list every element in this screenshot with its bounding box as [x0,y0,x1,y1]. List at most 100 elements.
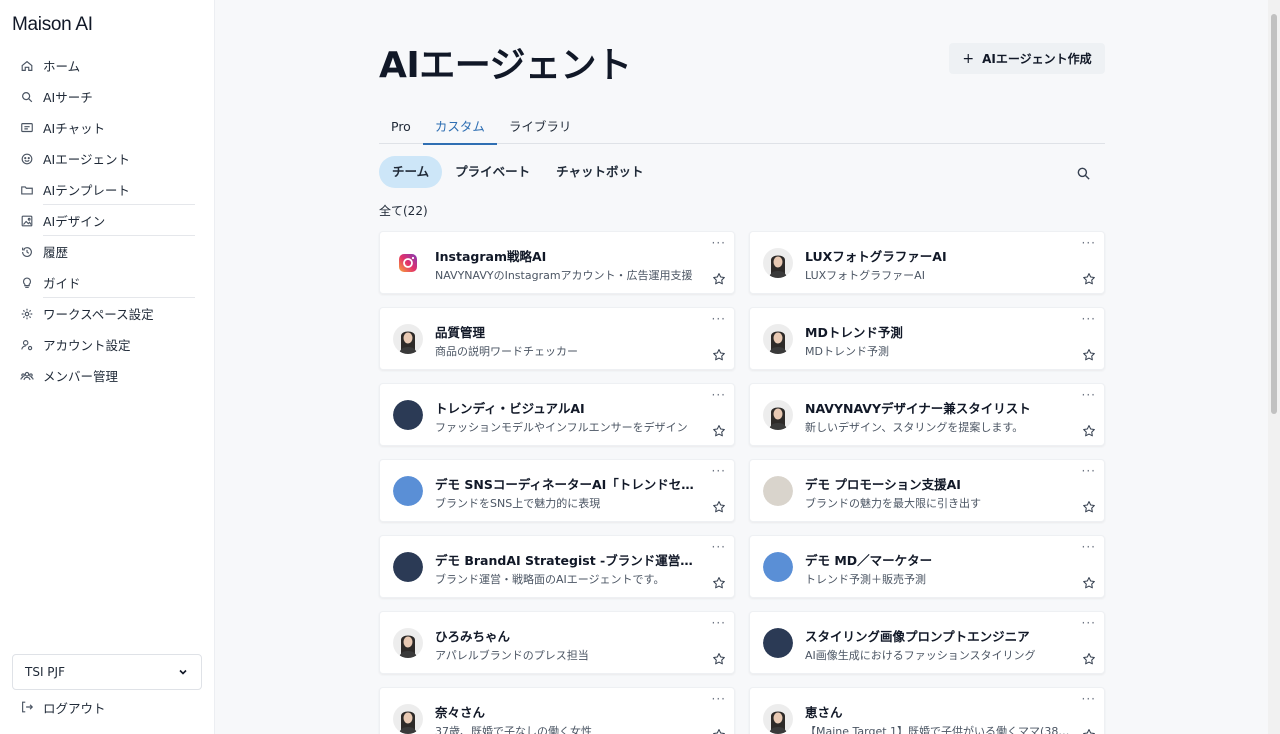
sidebar-item-workspace-settings[interactable]: ワークスペース設定 [0,298,215,329]
star-icon[interactable] [712,424,726,438]
more-options-icon[interactable]: ··· [1082,541,1096,553]
sidebar-item-label: AIサーチ [43,90,93,105]
history-icon [20,245,34,259]
tab-pro[interactable]: Pro [379,112,423,144]
page-scrollbar[interactable] [1268,0,1280,734]
agent-name: デモ BrandAI Strategist -ブランド運営・戦略面 [435,553,700,568]
agent-card[interactable]: LUXフォトグラファーAI LUXフォトグラファーAI ··· [749,231,1105,294]
more-options-icon[interactable]: ··· [712,541,726,553]
agent-card[interactable]: 品質管理 商品の説明ワードチェッカー ··· [379,307,735,370]
agent-description: AI画像生成におけるファッションスタイリング [805,649,1036,662]
agent-avatar [393,324,423,354]
agent-description: ブランド運営・戦略面のAIエージェントです。 [435,573,665,586]
agent-card[interactable]: デモ プロモーション支援AI ブランドの魅力を最大限に引き出す ··· [749,459,1105,522]
more-options-icon[interactable]: ··· [1082,313,1096,325]
star-icon[interactable] [1082,500,1096,514]
agent-subtabs: チーム プライベート チャットボット [379,156,657,188]
agent-description: NAVYNAVYのInstagramアカウント・広告運用支援 [435,269,693,282]
sidebar-item-guide[interactable]: ガイド [0,267,215,298]
sidebar-item-label: ガイド [43,276,81,291]
search-icon [1077,167,1090,180]
agent-card[interactable]: デモ BrandAI Strategist -ブランド運営・戦略面ブランド運営・… [379,535,735,598]
sidebar-item-account-settings[interactable]: アカウント設定 [0,329,215,360]
more-options-icon[interactable]: ··· [712,389,726,401]
subtab-team[interactable]: チーム [379,156,443,188]
agent-description: 商品の説明ワードチェッカー [435,345,578,358]
plus-icon: + [962,50,975,67]
star-icon[interactable] [1082,728,1096,734]
logout-button[interactable]: ログアウト [0,692,215,722]
agent-name: デモ SNSコーディネーターAI「トレンドセッター」 [435,477,700,492]
sidebar-item-member-management[interactable]: メンバー管理 [0,360,215,391]
agent-card[interactable]: MDトレンド予測 MDトレンド予測 ··· [749,307,1105,370]
sidebar-item-label: ホーム [43,59,81,74]
sidebar-item-ai-agent[interactable]: AIエージェント [0,143,215,174]
agent-description: ブランドの魅力を最大限に引き出す [805,497,981,510]
agent-card[interactable]: 奈々さん 37歳、既婚で子なしの働く女性 ··· [379,687,735,734]
sidebar-item-ai-template[interactable]: AIテンプレート [0,174,215,205]
more-options-icon[interactable]: ··· [712,693,726,705]
gear-icon [20,307,34,321]
user-gear-icon [20,338,34,352]
scrollbar-thumb[interactable] [1271,14,1277,414]
agent-card[interactable]: ひろみちゃん アパレルブランドのプレス担当 ··· [379,611,735,674]
star-icon[interactable] [712,348,726,362]
more-options-icon[interactable]: ··· [1082,237,1096,249]
agent-card[interactable]: Instagram戦略AI NAVYNAVYのInstagramアカウント・広告運… [379,231,735,294]
more-options-icon[interactable]: ··· [1082,465,1096,477]
sidebar-item-home[interactable]: ホーム [0,50,215,81]
star-icon[interactable] [1082,348,1096,362]
star-icon[interactable] [1082,272,1096,286]
star-icon[interactable] [712,272,726,286]
agent-description: アパレルブランドのプレス担当 [435,649,589,662]
agent-avatar [393,248,423,278]
chat-icon [20,121,34,135]
brand-logo[interactable]: Maison AI [12,14,93,36]
tab-library[interactable]: ライブラリ [497,112,584,144]
agent-description: LUXフォトグラファーAI [805,269,925,282]
sidebar-nav: ホーム AIサーチ AIチャット AIエージェント AIテンプレート AIデザイ… [0,50,215,391]
agent-card[interactable]: NAVYNAVYデザイナー兼スタイリスト 新しいデザイン、スタリングを提案します。… [749,383,1105,446]
agent-avatar [763,324,793,354]
agent-avatar [763,400,793,430]
agent-card[interactable]: デモ SNSコーディネーターAI「トレンドセッター」ブランドをSNS上で魅力的に… [379,459,735,522]
subtab-chatbot[interactable]: チャットボット [543,156,656,188]
star-icon[interactable] [1082,424,1096,438]
agent-card[interactable]: デモ MD／マーケター トレンド予測＋販売予測 ··· [749,535,1105,598]
more-options-icon[interactable]: ··· [1082,693,1096,705]
agent-avatar [763,628,793,658]
tab-custom[interactable]: カスタム [422,112,497,145]
star-icon[interactable] [712,500,726,514]
agent-card[interactable]: 恵さん 【Maine Target 1】既婚で子供がいる働くママ(38歳) ··· [749,687,1105,734]
create-agent-button[interactable]: + AIエージェント作成 [949,43,1105,74]
sidebar-item-label: AIテンプレート [43,183,130,198]
agent-description: ファッションモデルやインフルエンサーをデザイン [435,421,688,434]
folder-icon [20,183,34,197]
workspace-select[interactable]: TSI PJF [12,654,202,690]
subtab-private[interactable]: プライベート [442,156,543,188]
star-icon[interactable] [1082,652,1096,666]
page-title: AIエージェント [379,45,632,86]
star-icon[interactable] [712,728,726,734]
more-options-icon[interactable]: ··· [712,237,726,249]
sidebar-item-ai-search[interactable]: AIサーチ [0,81,215,112]
more-options-icon[interactable]: ··· [712,313,726,325]
agent-tabs: Pro カスタム ライブラリ [379,112,1105,145]
more-options-icon[interactable]: ··· [1082,617,1096,629]
star-icon[interactable] [1082,576,1096,590]
more-options-icon[interactable]: ··· [712,465,726,477]
star-icon[interactable] [712,576,726,590]
create-agent-label: AIエージェント作成 [982,52,1092,66]
agent-card[interactable]: トレンディ・ビジュアルAI ファッションモデルやインフルエンサーをデザイン ··· [379,383,735,446]
star-icon[interactable] [712,652,726,666]
sidebar-item-ai-chat[interactable]: AIチャット [0,112,215,143]
sidebar-item-history[interactable]: 履歴 [0,236,215,267]
sidebar-item-ai-design[interactable]: AIデザイン [0,205,215,236]
agent-search-button[interactable] [1072,162,1094,184]
more-options-icon[interactable]: ··· [1082,389,1096,401]
chevron-down-icon [179,669,187,675]
home-icon [20,59,34,73]
sidebar-item-label: AIチャット [43,121,106,136]
more-options-icon[interactable]: ··· [712,617,726,629]
agent-card[interactable]: スタイリング画像プロンプトエンジニア AI画像生成におけるファッションスタイリング… [749,611,1105,674]
